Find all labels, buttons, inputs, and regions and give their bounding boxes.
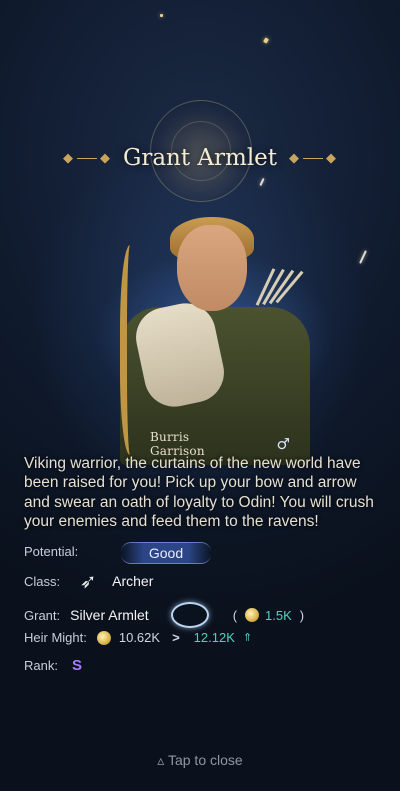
grant-row: Grant: Silver Armlet ( 1.5K ) [24,602,304,628]
rank-value: S [71,657,82,674]
grant-armlet-screen[interactable]: ◆ ◆ Grant Armlet ◆ ◆ Burris Garrison ♂ Vik… [0,0,400,791]
potential-label: Potential: [24,544,79,559]
title-left-ornament: ◆ ◆ [62,150,111,166]
rank-label: Rank: [24,658,58,673]
grant-might-gain: 1.5K [265,607,292,623]
male-gender-icon: ♂ [276,435,290,453]
increase-arrow-icon: ⇑ [242,632,253,644]
grant-value: Silver Armlet [70,607,149,623]
tap-to-close[interactable]: ▵ Tap to close [0,752,400,769]
might-icon [96,630,111,645]
sparkle-particle [263,37,269,44]
hero-portrait [80,215,340,465]
tap-to-close-label: Tap to close [167,752,243,768]
sparkle-particle [359,250,367,264]
bow-icon: ➶ [79,569,97,593]
triangle-icon: ▵ [157,752,165,768]
hero-head [177,225,247,311]
class-value: Archer [112,573,154,589]
title-banner: ◆ ◆ Grant Armlet ◆ ◆ [0,140,400,176]
sparkle-particle [259,177,265,187]
heir-might-label: Heir Might: [24,630,87,645]
class-label: Class: [24,573,61,589]
paren-close: ) [299,607,305,623]
class-row: Class: ➶ Archer [24,569,153,593]
heir-might-new: 12.12K [193,630,235,645]
heir-might-current: 10.62K [118,630,161,645]
might-icon [245,608,260,622]
potential-badge: Good [121,542,211,564]
hero-bow [120,245,145,455]
arrow-right-icon: > [172,630,180,645]
page-title: Grant Armlet [122,145,278,171]
sparkle-particle [160,14,163,17]
hero-quiver [255,267,306,307]
armlet-icon[interactable] [170,602,209,628]
paren-open: ( [232,607,238,623]
grant-label: Grant: [24,607,61,623]
heir-might-row: Heir Might: 10.62K > 12.12K ⇑ [24,630,252,645]
title-right-ornament: ◆ ◆ [289,150,338,166]
rank-row: Rank: S [24,657,82,674]
potential-row: Potential: [24,544,78,559]
hero-description: Viking warrior, the curtains of the new … [24,455,374,531]
